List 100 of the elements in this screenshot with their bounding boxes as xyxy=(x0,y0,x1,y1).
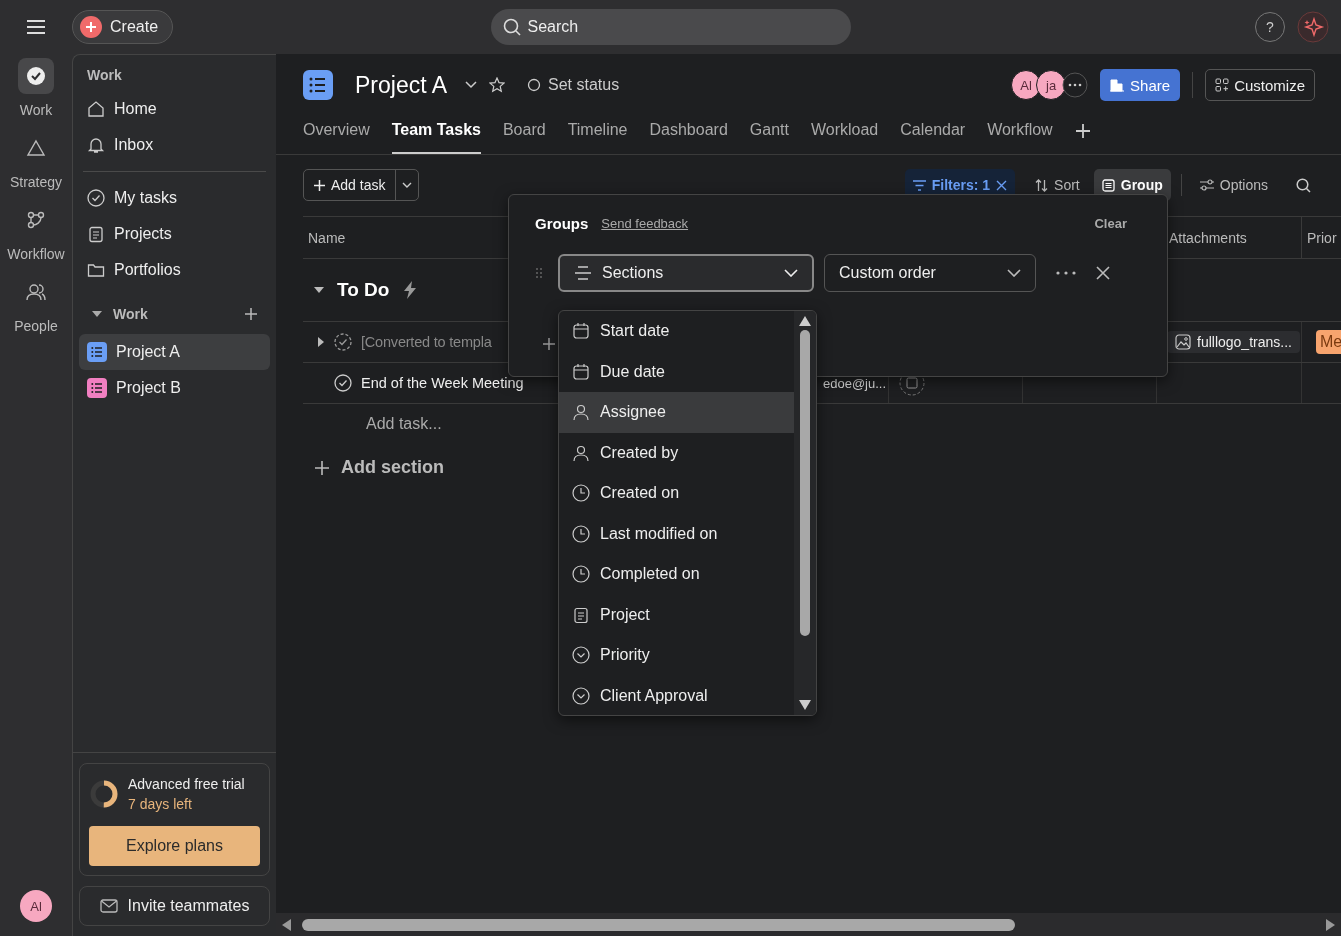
attachment-chip[interactable]: fulllogo_trans... xyxy=(1167,331,1300,353)
check-circle-icon[interactable] xyxy=(334,374,352,392)
assignee-email: edoe@ju... xyxy=(823,375,887,391)
close-icon[interactable] xyxy=(1096,266,1110,280)
add-section-button[interactable]: Add section xyxy=(315,457,444,478)
plus-icon[interactable] xyxy=(244,307,258,321)
sparkle-icon[interactable] xyxy=(1297,11,1329,43)
project-item[interactable]: Project A xyxy=(79,334,270,370)
create-button[interactable]: Create xyxy=(72,10,174,44)
search-icon[interactable] xyxy=(1296,177,1311,193)
add-task-row[interactable]: Add task... xyxy=(366,404,442,444)
sidebar-item[interactable]: Projects xyxy=(79,216,270,252)
menu-item[interactable]: Last modified on xyxy=(559,513,794,554)
rail-nav-item[interactable]: Strategy xyxy=(9,130,63,202)
lines-icon xyxy=(574,266,592,280)
grid-plus-icon xyxy=(1215,78,1230,92)
clock-icon xyxy=(572,484,590,503)
project-item[interactable]: Project B xyxy=(79,370,270,406)
chevron-down-icon[interactable] xyxy=(465,81,478,89)
view-tab[interactable]: Timeline xyxy=(567,108,628,154)
view-tab[interactable]: Workflow xyxy=(987,108,1053,154)
image-icon xyxy=(1175,334,1191,350)
plus-icon xyxy=(314,179,325,191)
level-tag[interactable]: Me xyxy=(1316,330,1341,354)
menu-item[interactable]: Created on xyxy=(559,473,794,514)
menu-item[interactable]: Completed on xyxy=(559,554,794,595)
caret-icon[interactable] xyxy=(317,336,325,348)
sliders-icon xyxy=(1199,179,1214,191)
project-title: Project A xyxy=(355,71,448,99)
person-icon xyxy=(572,443,590,462)
view-tab[interactable]: Dashboard xyxy=(649,108,728,154)
search-field[interactable]: Search xyxy=(490,9,851,45)
sidebar-item[interactable]: My tasks xyxy=(79,180,270,216)
popup-title: Groups xyxy=(535,215,589,232)
menu-item[interactable]: Due date xyxy=(559,351,794,392)
clear-button[interactable]: Clear xyxy=(1094,216,1141,231)
sidebar-item[interactable]: Inbox xyxy=(79,127,270,163)
plus-icon[interactable] xyxy=(543,338,555,350)
order-select[interactable]: Custom order xyxy=(824,254,1036,292)
triangle-icon xyxy=(26,139,46,157)
clipboard-icon xyxy=(87,225,105,243)
task-name[interactable]: [Converted to templa xyxy=(361,334,492,350)
view-tab[interactable]: Board xyxy=(502,108,546,154)
sidebar-item[interactable]: Home xyxy=(79,91,270,127)
menu-item[interactable]: Client Approval xyxy=(559,675,794,715)
view-tab[interactable]: Calendar xyxy=(900,108,966,154)
task-name[interactable]: End of the Week Meeting xyxy=(361,375,524,391)
share-button[interactable]: Share xyxy=(1100,69,1181,101)
trial-title: Advanced free trial xyxy=(128,776,245,792)
star-icon[interactable] xyxy=(489,77,506,93)
building-icon xyxy=(1110,78,1125,92)
list-icon xyxy=(87,378,107,398)
view-tab[interactable]: Overview xyxy=(303,108,370,154)
horizontal-scrollbar[interactable] xyxy=(276,913,1341,936)
add-task-button[interactable]: Add task xyxy=(303,169,420,201)
column-header[interactable]: Prior xyxy=(1302,217,1341,258)
member-avatar[interactable]: ja xyxy=(1036,70,1067,100)
explore-plans-button[interactable]: Explore plans xyxy=(89,826,260,866)
close-icon[interactable] xyxy=(996,179,1008,191)
section-heading[interactable]: Work xyxy=(113,306,148,322)
view-tab[interactable]: Team Tasks xyxy=(391,108,481,154)
options-button[interactable]: Options xyxy=(1191,169,1276,201)
customize-button[interactable]: Customize xyxy=(1205,69,1315,101)
invite-button[interactable]: Invite teammates xyxy=(79,886,270,926)
sort-button[interactable]: Sort xyxy=(1027,169,1088,201)
chevron-down-icon[interactable] xyxy=(402,182,413,188)
menu-item[interactable]: Priority xyxy=(559,635,794,676)
user-avatar[interactable]: Al xyxy=(20,890,52,922)
menu-item[interactable]: Start date xyxy=(559,311,794,352)
view-tab[interactable]: Gantt xyxy=(749,108,789,154)
clipboard-icon xyxy=(572,605,590,624)
scroll-down-icon[interactable] xyxy=(799,700,811,710)
more-icon[interactable] xyxy=(1056,271,1076,275)
rail-nav-item[interactable]: People xyxy=(14,274,58,346)
view-tab[interactable]: Workload xyxy=(810,108,879,154)
search-icon xyxy=(502,18,521,36)
drag-handle-icon[interactable] xyxy=(535,267,543,279)
folder-icon xyxy=(87,261,105,279)
sidebar-item[interactable]: Portfolios xyxy=(79,252,270,288)
calendar-icon xyxy=(572,362,590,381)
lightning-icon[interactable] xyxy=(403,281,418,299)
menu-icon[interactable] xyxy=(26,19,46,35)
circle-icon xyxy=(527,78,542,92)
menu-item[interactable]: Project xyxy=(559,594,794,635)
rail-nav-item[interactable]: Workflow xyxy=(7,202,65,274)
scroll-left-icon[interactable] xyxy=(282,918,292,931)
scroll-right-icon[interactable] xyxy=(1325,918,1335,931)
plus-icon[interactable] xyxy=(1074,123,1091,139)
group-by-select[interactable]: Sections xyxy=(558,254,814,292)
chevron-down-icon xyxy=(1007,269,1021,277)
menu-item[interactable]: Assignee xyxy=(559,392,794,433)
plus-icon xyxy=(80,16,102,38)
more-icon[interactable] xyxy=(1062,72,1089,98)
dashed-check-icon[interactable] xyxy=(334,333,352,351)
menu-item[interactable]: Created by xyxy=(559,432,794,473)
vertical-scrollbar[interactable] xyxy=(794,311,816,715)
person-icon xyxy=(572,403,590,422)
set-status-button[interactable]: Set status xyxy=(517,76,620,94)
scroll-up-icon[interactable] xyxy=(799,316,811,326)
send-feedback-link[interactable]: Send feedback xyxy=(601,216,689,231)
